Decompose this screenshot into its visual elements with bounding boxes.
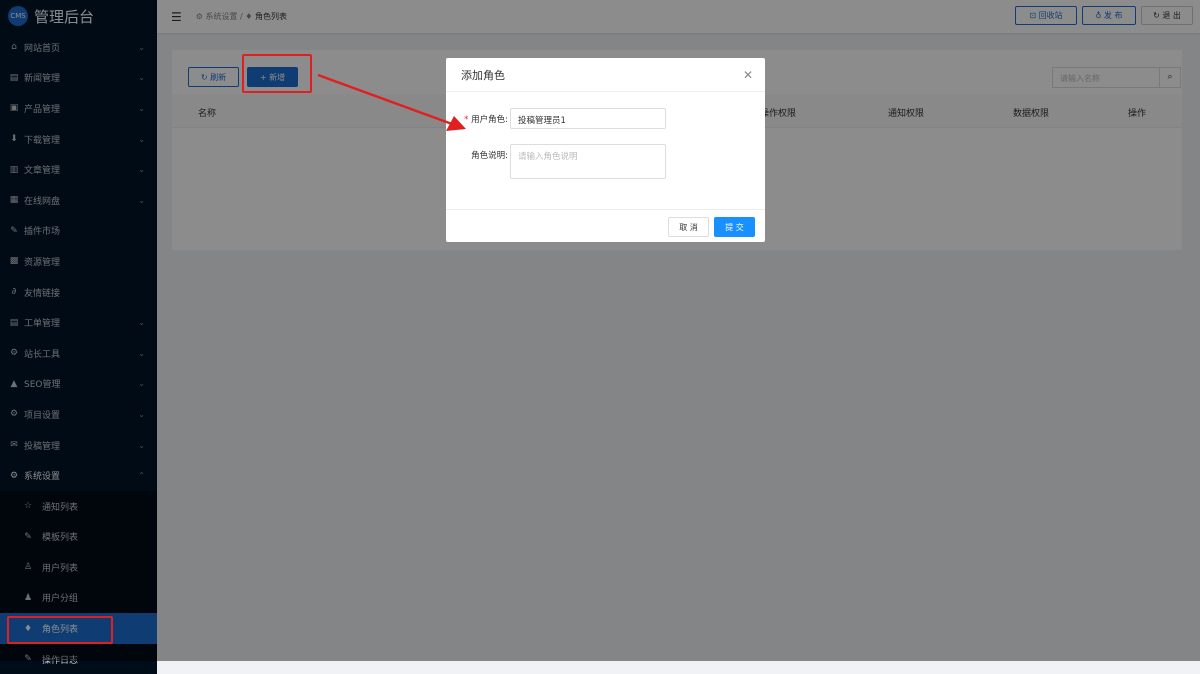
annotation-arrow bbox=[317, 73, 466, 131]
